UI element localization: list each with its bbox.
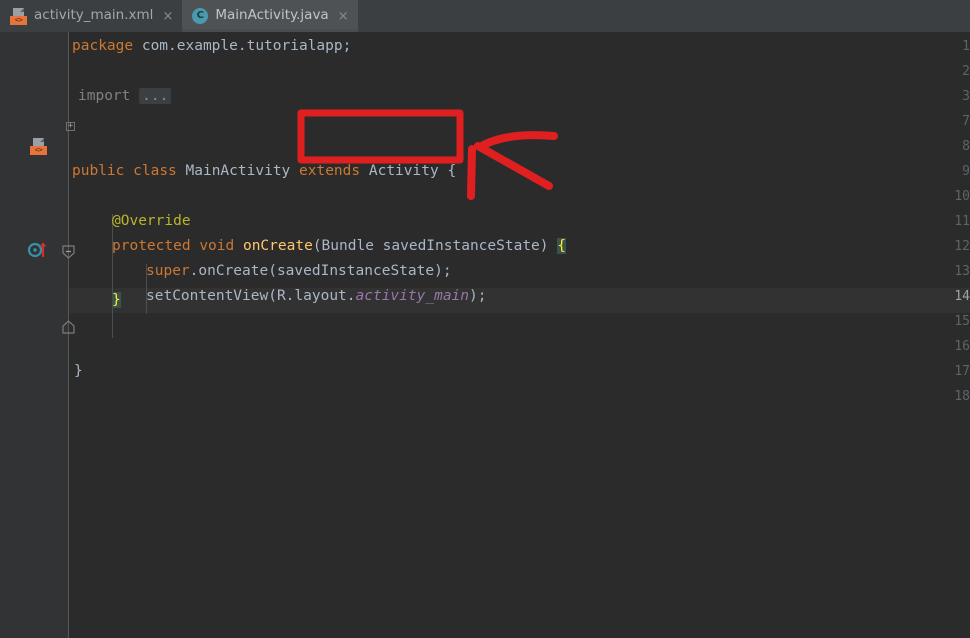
- line-number: 9: [924, 159, 970, 184]
- tab-close-icon-mainactivity-java[interactable]: ×: [338, 10, 349, 23]
- tab-activity-main-xml[interactable]: <> activity_main.xml ×: [0, 0, 182, 32]
- superclass-name: Activity: [369, 163, 439, 179]
- line-number: 17: [924, 359, 970, 384]
- method-name-oncreate: onCreate: [243, 238, 313, 254]
- code-line-11[interactable]: protected void onCreate(Bundle savedInst…: [112, 234, 566, 259]
- line-number: 10: [924, 184, 970, 209]
- line-number: 1: [924, 34, 970, 59]
- class-close-brace: }: [74, 363, 83, 379]
- tab-label-activity-main-xml: activity_main.xml: [34, 9, 153, 23]
- tab-label-mainactivity-java: MainActivity.java: [215, 9, 328, 23]
- keyword-extends: extends: [299, 163, 360, 179]
- line-number: 13: [924, 259, 970, 284]
- fold-collapse-marker-method[interactable]: [62, 245, 75, 258]
- line-number: 2: [924, 59, 970, 84]
- keyword-class: class: [133, 163, 177, 179]
- class-name: MainActivity: [186, 163, 291, 179]
- java-class-icon: C: [192, 8, 208, 24]
- override-annotation: @Override: [112, 213, 191, 229]
- line-number: 15: [924, 309, 970, 334]
- xml-file-icon-glyph: <>: [10, 16, 27, 25]
- xml-resource-icon[interactable]: <>: [30, 138, 47, 155]
- folded-imports-chip[interactable]: ...: [139, 88, 171, 104]
- code-line-17[interactable]: }: [74, 359, 83, 384]
- line-number: 8: [924, 134, 970, 159]
- tab-mainactivity-java[interactable]: C MainActivity.java ×: [182, 0, 357, 32]
- xml-file-icon: <>: [10, 8, 27, 25]
- code-line-10[interactable]: @Override: [112, 209, 191, 234]
- code-line-8[interactable]: public class MainActivity extends Activi…: [72, 159, 456, 184]
- keyword-import: import: [78, 88, 130, 104]
- setcontentview-call-tail: );: [469, 288, 486, 304]
- editor-gutter[interactable]: [0, 32, 68, 638]
- code-line-14[interactable]: }: [112, 288, 121, 313]
- android-studio-editor-window: <> activity_main.xml × C MainActivity.ja…: [0, 0, 970, 638]
- keyword-void: void: [199, 238, 234, 254]
- line-number: 16: [924, 334, 970, 359]
- method-parameters: (Bundle savedInstanceState): [313, 238, 549, 254]
- keyword-package: package: [72, 38, 133, 54]
- tab-close-icon-activity-main-xml[interactable]: ×: [162, 10, 173, 23]
- line-number-current: 14: [924, 284, 970, 309]
- line-number: 11: [924, 209, 970, 234]
- xml-resource-icon-glyph: <>: [30, 146, 47, 155]
- package-name: com.example.tutorialapp;: [133, 38, 351, 54]
- method-open-brace-highlighted: {: [557, 238, 566, 254]
- fold-collapse-marker-end[interactable]: [62, 320, 75, 333]
- code-line-13[interactable]: setContentView(R.layout.activity_main);: [146, 284, 486, 309]
- code-editor[interactable]: 1 2 3 7 8 9 10 11 12 13 14 15 16 17 18 <…: [0, 32, 970, 638]
- code-line-1[interactable]: package com.example.tutorialapp;: [72, 34, 351, 59]
- line-number: 18: [924, 384, 970, 409]
- super-oncreate-call: .onCreate(savedInstanceState);: [190, 263, 452, 279]
- keyword-public: public: [72, 163, 124, 179]
- layout-resource-activity-main: activity_main: [356, 288, 470, 304]
- editor-tab-bar: <> activity_main.xml × C MainActivity.ja…: [0, 0, 970, 32]
- line-number: 12: [924, 234, 970, 259]
- line-number: 7: [924, 109, 970, 134]
- overriding-method-icon[interactable]: [28, 240, 52, 257]
- setcontentview-call: setContentView(R.layout.: [146, 288, 356, 304]
- keyword-super: super: [146, 263, 190, 279]
- class-open-brace: {: [447, 163, 456, 179]
- keyword-protected: protected: [112, 238, 191, 254]
- code-line-3[interactable]: import ...: [78, 84, 171, 109]
- method-close-brace-highlighted: }: [112, 292, 121, 308]
- line-number: 3: [924, 84, 970, 109]
- fold-expand-plus[interactable]: +: [66, 122, 75, 131]
- code-line-12[interactable]: super.onCreate(savedInstanceState);: [146, 259, 452, 284]
